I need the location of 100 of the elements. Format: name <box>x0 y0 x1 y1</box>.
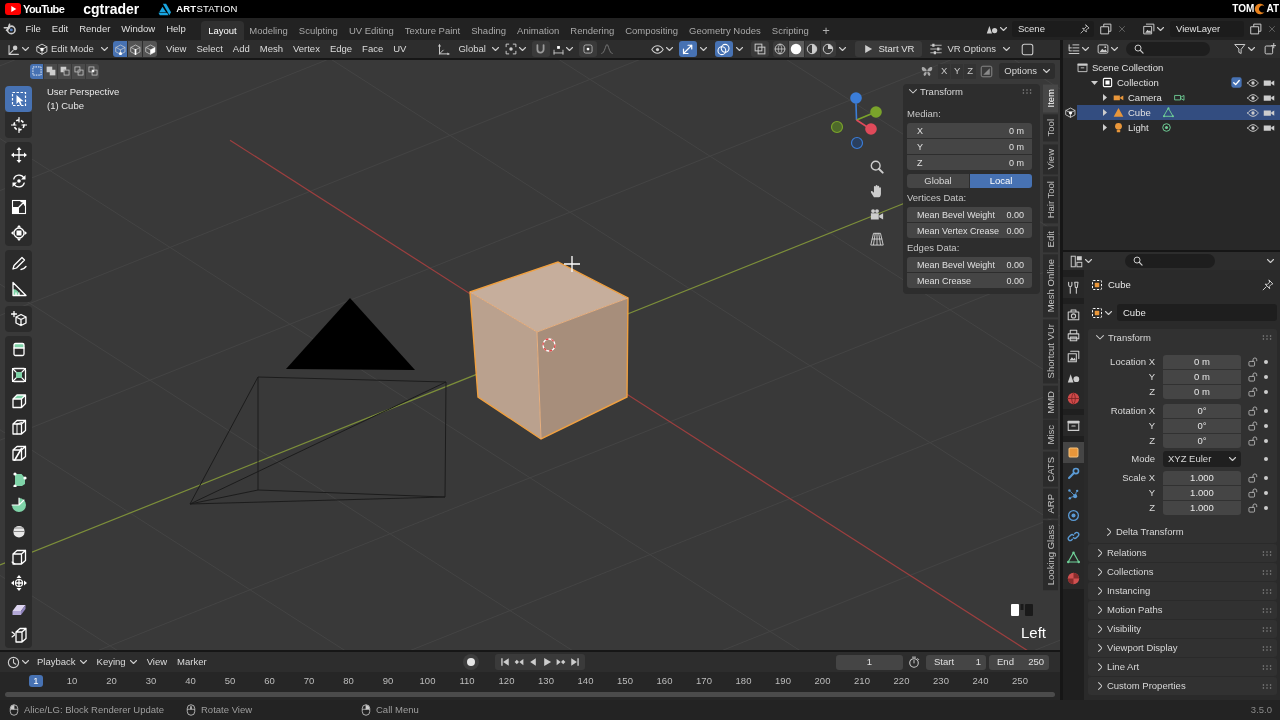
chevron-right-icon[interactable] <box>1097 568 1103 576</box>
panel-title[interactable]: Motion Paths <box>1106 604 1163 616</box>
number-field[interactable]: 1.000 <box>1163 500 1241 515</box>
view-filter-dropdown[interactable] <box>1094 41 1121 57</box>
chevron-right-icon[interactable] <box>1097 663 1103 671</box>
chevron-right-icon[interactable] <box>1097 625 1103 633</box>
keyframe-dot-icon[interactable] <box>1264 490 1268 495</box>
padlock-open-icon[interactable] <box>1248 472 1258 483</box>
number-field[interactable]: Mean Bevel Weight 0.00 <box>907 257 1032 272</box>
shading-mode-button[interactable] <box>788 41 804 57</box>
orientation-dropdown[interactable]: Global <box>435 41 502 57</box>
panel-title[interactable]: Custom Properties <box>1106 680 1186 692</box>
number-field[interactable]: X 0 m <box>907 123 1032 138</box>
number-field[interactable]: 0° <box>1163 433 1241 448</box>
chevron-right-icon[interactable] <box>1097 587 1103 595</box>
search-field[interactable] <box>1125 254 1215 268</box>
chevron-down-icon[interactable] <box>1096 335 1104 340</box>
panel-header-bar[interactable]: Viewport Display <box>1088 639 1277 657</box>
number-field[interactable]: Z 0 m <box>907 155 1032 170</box>
number-field[interactable]: Mean Vertex Crease 0.00 <box>907 223 1032 238</box>
disclosure-triangle-icon[interactable] <box>1103 124 1107 131</box>
workspace-tab[interactable]: Modeling <box>243 21 294 40</box>
pin-icon[interactable] <box>1262 279 1274 291</box>
search-field[interactable] <box>1126 42 1210 56</box>
sidebar-tab[interactable]: ARP <box>1043 488 1058 519</box>
sidebar-tab[interactable]: View <box>1043 143 1058 175</box>
keyframe-dot-icon[interactable] <box>1264 408 1268 413</box>
padlock-open-icon[interactable] <box>1248 435 1258 446</box>
number-field[interactable]: 1.000 <box>1163 470 1241 485</box>
sidebar-tab[interactable]: Looking Glass <box>1043 520 1058 591</box>
padlock-open-icon[interactable] <box>1248 405 1258 416</box>
padlock-open-icon[interactable] <box>1248 386 1258 397</box>
subpanel-title[interactable]: Delta Transform <box>1115 526 1184 538</box>
caret-icon[interactable] <box>735 47 743 51</box>
menu-item[interactable]: Mesh <box>254 43 288 55</box>
menu-item[interactable]: Add <box>227 43 255 55</box>
properties-tab[interactable] <box>1063 442 1084 463</box>
keyframe-dot-icon[interactable] <box>1264 389 1268 394</box>
snap-toggle[interactable] <box>531 41 550 57</box>
workspace-tab[interactable]: Shading <box>465 21 512 40</box>
panel-title[interactable]: Viewport Display <box>1106 642 1178 654</box>
panel-header-bar[interactable]: Relations <box>1088 544 1277 562</box>
mirror-axis-toggle[interactable]: X <box>938 63 951 79</box>
tool-button[interactable] <box>5 250 32 276</box>
workspace-tab[interactable]: Scripting <box>766 21 815 40</box>
disclosure-triangle-icon[interactable] <box>1103 94 1107 101</box>
sidebar-tab[interactable]: CATS <box>1043 452 1058 487</box>
edit-mode-cube-icon[interactable] <box>1064 107 1076 118</box>
properties-tab[interactable] <box>1063 277 1084 298</box>
select-mode-button[interactable] <box>143 41 157 57</box>
keyframe-dot-icon[interactable] <box>1264 438 1268 443</box>
number-field[interactable]: 1.000 <box>1163 485 1241 500</box>
selection-mode-button[interactable] <box>58 63 71 79</box>
cube-mesh[interactable] <box>469 261 629 440</box>
caret-icon[interactable] <box>699 47 707 51</box>
select-mode-button[interactable] <box>113 41 127 57</box>
next-keyframe-icon[interactable] <box>555 657 566 667</box>
menu-item[interactable]: View <box>141 654 173 670</box>
name-field[interactable]: Cube <box>1117 304 1277 321</box>
sidebar-tab[interactable]: Hair Tool <box>1043 176 1058 224</box>
sidebar-tab[interactable]: Edit <box>1043 225 1058 253</box>
zoom-icon[interactable] <box>870 160 884 174</box>
panel-header-bar[interactable]: Motion Paths <box>1088 601 1277 619</box>
chevron-right-icon[interactable] <box>1097 682 1103 690</box>
app-logo-icon[interactable] <box>3 22 17 36</box>
menu-item[interactable]: Help <box>160 23 192 35</box>
panel-title[interactable]: Line Art <box>1106 661 1140 673</box>
light-data-icon[interactable] <box>1160 122 1172 133</box>
end-frame-field[interactable]: End 250 <box>989 654 1049 670</box>
chevron-right-icon[interactable] <box>1097 644 1103 652</box>
menu-item[interactable]: Edit <box>46 23 74 35</box>
filter-dropdown[interactable] <box>1231 41 1258 57</box>
number-field[interactable]: 0° <box>1163 418 1241 433</box>
panel-header-bar[interactable]: Custom Properties <box>1088 677 1277 695</box>
padlock-open-icon[interactable] <box>1248 371 1258 382</box>
jump-end-icon[interactable] <box>569 657 580 667</box>
panel-title[interactable]: Instancing <box>1106 585 1151 597</box>
selection-mode-button[interactable] <box>86 63 99 79</box>
number-field[interactable]: 0° <box>1163 403 1241 418</box>
sidebar-tab[interactable]: Shortcut VUr <box>1043 319 1058 384</box>
chevron-right-icon[interactable] <box>1106 528 1112 536</box>
menu-item[interactable]: UV <box>388 43 412 55</box>
keyframe-dot-icon[interactable] <box>1264 423 1268 428</box>
workspace-tab[interactable]: Rendering <box>564 21 620 40</box>
caret-icon[interactable] <box>838 47 846 51</box>
eye-icon[interactable] <box>1247 76 1259 89</box>
rotation-mode-dropdown[interactable]: XYZ Euler <box>1163 450 1241 467</box>
menu-item[interactable]: Marker <box>172 654 212 670</box>
tool-button[interactable] <box>5 336 32 362</box>
auto-merge-icon[interactable] <box>980 64 994 78</box>
pin-icon[interactable] <box>1080 24 1090 34</box>
new-collection-icon[interactable] <box>1264 43 1276 55</box>
duplicate-icon[interactable] <box>1250 23 1262 35</box>
number-field[interactable]: 0 m <box>1163 369 1241 384</box>
chevron-right-icon[interactable] <box>1097 606 1103 614</box>
select-mode-button[interactable] <box>128 41 142 57</box>
panel-title[interactable]: Collections <box>1106 566 1154 578</box>
panel-title[interactable]: Transform <box>1108 331 1151 344</box>
selection-mode-button[interactable] <box>30 63 43 79</box>
proportional-edit-toggle[interactable] <box>578 41 597 57</box>
